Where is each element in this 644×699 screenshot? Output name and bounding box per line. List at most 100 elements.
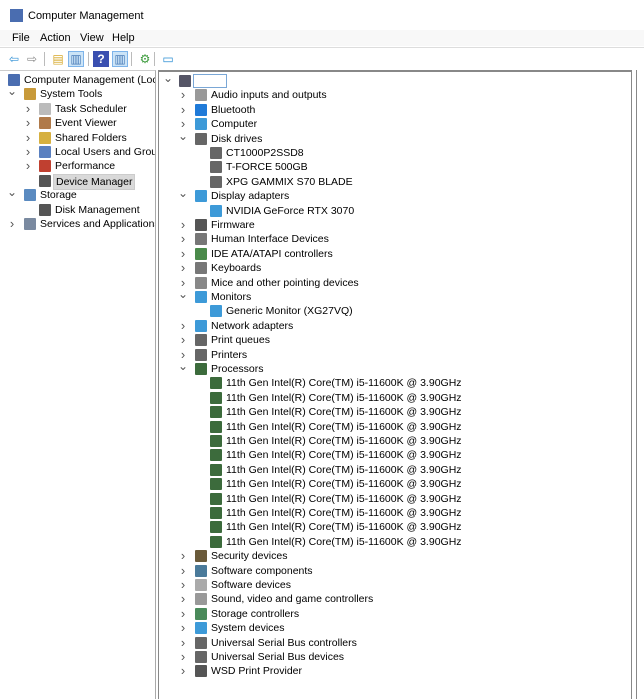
tree-item[interactable]: XPG GAMMIX S70 BLADE [159, 175, 631, 189]
tree-item[interactable]: ⌄ [159, 72, 631, 88]
chevron-right-icon[interactable]: › [7, 217, 17, 231]
chevron-right-icon[interactable]: › [178, 246, 188, 261]
tree-item[interactable]: 11th Gen Intel(R) Core(TM) i5-11600K @ 3… [159, 463, 631, 477]
chevron-right-icon[interactable]: › [178, 318, 188, 333]
chevron-right-icon[interactable]: › [178, 232, 188, 246]
chevron-right-icon[interactable]: › [178, 621, 188, 635]
tree-item[interactable]: › Local Users and Groups [0, 145, 155, 159]
tree-item[interactable]: ⌄ Disk drives [159, 130, 631, 146]
chevron-down-icon[interactable]: ⌄ [7, 186, 17, 202]
processor-icon [210, 377, 222, 390]
tree-item[interactable]: › Printers [159, 347, 631, 362]
tree-item[interactable]: › Computer [159, 117, 631, 131]
chevron-right-icon[interactable]: › [178, 102, 188, 117]
chevron-right-icon[interactable]: › [178, 549, 188, 563]
tree-item[interactable]: T-FORCE 500GB [159, 160, 631, 174]
tree-item[interactable]: › Software devices [159, 578, 631, 592]
chevron-right-icon[interactable]: › [178, 88, 188, 102]
chevron-right-icon[interactable]: › [178, 606, 188, 621]
chevron-right-icon[interactable]: › [178, 592, 188, 606]
chevron-right-icon[interactable]: › [23, 101, 33, 116]
tree-item[interactable]: › Event Viewer [0, 116, 155, 130]
chevron-right-icon[interactable]: › [178, 664, 188, 678]
chevron-down-icon[interactable]: ⌄ [7, 85, 17, 101]
tree-item[interactable]: Generic Monitor (XG27VQ) [159, 304, 631, 318]
menu-help[interactable]: Help [112, 32, 135, 44]
tree-item[interactable]: CT1000P2SSD8 [159, 146, 631, 160]
help-icon[interactable]: ? [93, 51, 109, 67]
tree-item[interactable]: Computer Management (Local [0, 73, 155, 87]
chevron-right-icon[interactable]: › [23, 145, 33, 159]
rename-input[interactable] [193, 74, 227, 88]
chevron-right-icon[interactable]: › [178, 261, 188, 275]
tree-item[interactable]: › Bluetooth [159, 102, 631, 117]
tree-item[interactable]: Disk Management [0, 203, 155, 217]
tree-item[interactable]: › Network adapters [159, 318, 631, 333]
chevron-right-icon[interactable]: › [178, 650, 188, 664]
tree-item[interactable]: › Mice and other pointing devices [159, 275, 631, 290]
chevron-right-icon[interactable]: › [23, 159, 33, 173]
tree-item[interactable]: › Security devices [159, 549, 631, 563]
tree-item[interactable]: › Performance [0, 159, 155, 173]
tree-item[interactable]: 11th Gen Intel(R) Core(TM) i5-11600K @ 3… [159, 448, 631, 462]
scan-hardware-icon[interactable]: ▭ [160, 51, 176, 67]
tree-item[interactable]: › Universal Serial Bus devices [159, 650, 631, 664]
tree-item[interactable]: ⌄ Display adapters [159, 187, 631, 203]
chevron-right-icon[interactable]: › [178, 635, 188, 650]
display-adapter-icon [195, 190, 207, 203]
tree-item[interactable]: › Shared Folders [0, 130, 155, 145]
chevron-down-icon[interactable]: ⌄ [163, 72, 173, 88]
forward-arrow-icon[interactable]: ⇨ [24, 51, 40, 67]
up-folder-icon[interactable]: ▤ [50, 51, 66, 67]
chevron-down-icon[interactable]: ⌄ [178, 187, 188, 203]
chevron-right-icon[interactable]: › [178, 563, 188, 578]
chevron-down-icon[interactable]: ⌄ [178, 360, 188, 376]
tree-item[interactable]: Device Manager [0, 173, 155, 190]
update-driver-icon[interactable]: ⚙ [137, 51, 153, 67]
tree-item[interactable]: › Services and Applications [0, 217, 155, 231]
tree-item[interactable]: 11th Gen Intel(R) Core(TM) i5-11600K @ 3… [159, 520, 631, 534]
chevron-right-icon[interactable]: › [178, 578, 188, 592]
menu-action[interactable]: Action [40, 32, 71, 44]
tree-item[interactable]: › Software components [159, 563, 631, 578]
tree-item[interactable]: › Print queues [159, 333, 631, 347]
tree-item[interactable]: › WSD Print Provider [159, 664, 631, 678]
tree-item[interactable]: › Firmware [159, 218, 631, 232]
tree-item[interactable]: 11th Gen Intel(R) Core(TM) i5-11600K @ 3… [159, 492, 631, 506]
tree-item[interactable]: › Keyboards [159, 261, 631, 275]
tree-item[interactable]: 11th Gen Intel(R) Core(TM) i5-11600K @ 3… [159, 420, 631, 434]
tree-item[interactable]: › Task Scheduler [0, 101, 155, 116]
chevron-right-icon[interactable]: › [23, 116, 33, 130]
tree-item[interactable]: ⌄ Storage [0, 186, 155, 202]
tree-item[interactable]: › System devices [159, 621, 631, 635]
tree-item[interactable]: 11th Gen Intel(R) Core(TM) i5-11600K @ 3… [159, 506, 631, 520]
show-hide-action-pane-icon[interactable]: ▥ [112, 51, 128, 67]
tree-item[interactable]: › IDE ATA/ATAPI controllers [159, 246, 631, 261]
tree-item[interactable]: › Sound, video and game controllers [159, 592, 631, 606]
tree-item[interactable]: 11th Gen Intel(R) Core(TM) i5-11600K @ 3… [159, 535, 631, 549]
menu-file[interactable]: File [12, 32, 30, 44]
print-queue-icon [195, 334, 207, 347]
chevron-down-icon[interactable]: ⌄ [178, 288, 188, 304]
tree-item[interactable]: ⌄ System Tools [0, 85, 155, 101]
menu-view[interactable]: View [80, 32, 104, 44]
chevron-right-icon[interactable]: › [23, 130, 33, 145]
tree-item[interactable]: 11th Gen Intel(R) Core(TM) i5-11600K @ 3… [159, 391, 631, 405]
back-arrow-icon[interactable]: ⇦ [6, 51, 22, 67]
processor-icon [210, 463, 222, 476]
tree-item[interactable]: 11th Gen Intel(R) Core(TM) i5-11600K @ 3… [159, 434, 631, 448]
tree-item[interactable]: 11th Gen Intel(R) Core(TM) i5-11600K @ 3… [159, 376, 631, 390]
tree-item[interactable]: ⌄ Processors [159, 360, 631, 376]
tree-item[interactable]: NVIDIA GeForce RTX 3070 [159, 204, 631, 218]
tree-item[interactable]: › Universal Serial Bus controllers [159, 635, 631, 650]
tree-item[interactable]: ⌄ Monitors [159, 288, 631, 304]
chevron-down-icon[interactable]: ⌄ [178, 130, 188, 146]
chevron-right-icon[interactable]: › [178, 333, 188, 347]
tree-item[interactable]: › Storage controllers [159, 606, 631, 621]
chevron-right-icon[interactable]: › [178, 218, 188, 232]
tree-item[interactable]: › Audio inputs and outputs [159, 88, 631, 102]
tree-item[interactable]: 11th Gen Intel(R) Core(TM) i5-11600K @ 3… [159, 405, 631, 419]
show-hide-console-tree-icon[interactable]: ▥ [68, 51, 84, 67]
tree-item[interactable]: › Human Interface Devices [159, 232, 631, 246]
tree-item[interactable]: 11th Gen Intel(R) Core(TM) i5-11600K @ 3… [159, 477, 631, 491]
